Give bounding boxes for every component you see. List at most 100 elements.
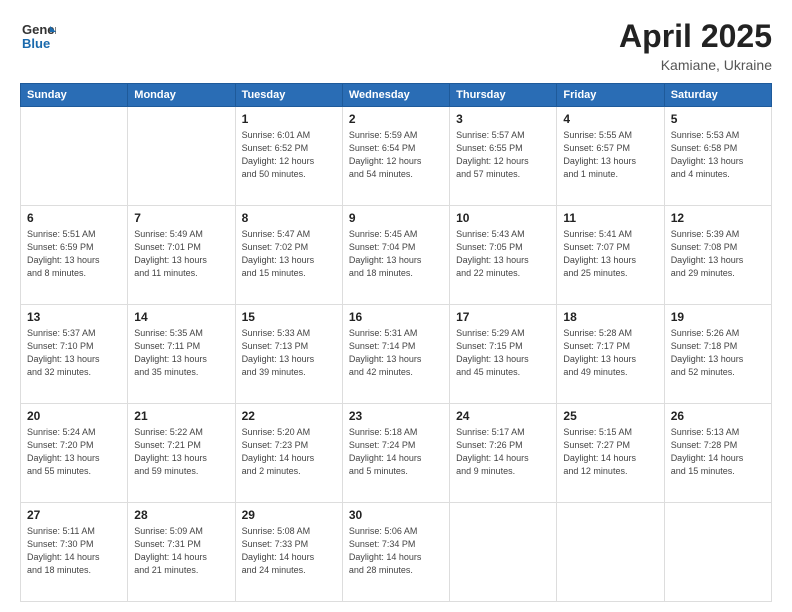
day-info: Sunrise: 5:33 AM Sunset: 7:13 PM Dayligh… [242, 327, 336, 379]
table-row: 5 Sunrise: 5:53 AM Sunset: 6:58 PM Daylig… [664, 107, 771, 206]
day-info: Sunrise: 5:45 AM Sunset: 7:04 PM Dayligh… [349, 228, 443, 280]
day-number: 25 [563, 409, 657, 423]
header-monday: Monday [128, 84, 235, 107]
day-number: 21 [134, 409, 228, 423]
table-row: 4 Sunrise: 5:55 AM Sunset: 6:57 PM Daylig… [557, 107, 664, 206]
day-info: Sunrise: 5:59 AM Sunset: 6:54 PM Dayligh… [349, 129, 443, 181]
table-row [664, 503, 771, 602]
calendar-row-4: 27 Sunrise: 5:11 AM Sunset: 7:30 PM Dayli… [21, 503, 772, 602]
table-row [450, 503, 557, 602]
header: General Blue April 2025 Kamiane, Ukraine [20, 18, 772, 73]
table-row: 3 Sunrise: 5:57 AM Sunset: 6:55 PM Daylig… [450, 107, 557, 206]
logo: General Blue [20, 18, 56, 54]
table-row: 18Sunrise: 5:28 AM Sunset: 7:17 PM Dayli… [557, 305, 664, 404]
page: General Blue April 2025 Kamiane, Ukraine… [0, 0, 792, 612]
day-number: 22 [242, 409, 336, 423]
table-row: 20 Sunrise: 5:24 AM Sunset: 7:20 PM Dayli… [21, 404, 128, 503]
day-info: Sunrise: 6:01 AM Sunset: 6:52 PM Dayligh… [242, 129, 336, 181]
table-row: 2 Sunrise: 5:59 AM Sunset: 6:54 PM Daylig… [342, 107, 449, 206]
day-info: Sunrise: 5:13 AM Sunset: 7:28 PM Dayligh… [671, 426, 765, 478]
day-number: 8 [242, 211, 336, 225]
day-info: Sunrise: 5:55 AM Sunset: 6:57 PM Dayligh… [563, 129, 657, 181]
table-row: 22 Sunrise: 5:20 AM Sunset: 7:23 PM Dayli… [235, 404, 342, 503]
day-number: 4 [563, 112, 657, 126]
table-row: 26 Sunrise: 5:13 AM Sunset: 7:28 PM Dayli… [664, 404, 771, 503]
table-row: 17 Sunrise: 5:29 AM Sunset: 7:15 PM Dayli… [450, 305, 557, 404]
day-info: Sunrise: 5:17 AM Sunset: 7:26 PM Dayligh… [456, 426, 550, 478]
day-info: Sunrise: 5:08 AM Sunset: 7:33 PM Dayligh… [242, 525, 336, 577]
day-info: Sunrise: 5:57 AM Sunset: 6:55 PM Dayligh… [456, 129, 550, 181]
table-row: 19Sunrise: 5:26 AM Sunset: 7:18 PM Dayli… [664, 305, 771, 404]
day-info: Sunrise: 5:43 AM Sunset: 7:05 PM Dayligh… [456, 228, 550, 280]
day-info: Sunrise: 5:22 AM Sunset: 7:21 PM Dayligh… [134, 426, 228, 478]
title-location: Kamiane, Ukraine [619, 57, 772, 73]
day-number: 14 [134, 310, 228, 324]
header-sunday: Sunday [21, 84, 128, 107]
table-row: 12Sunrise: 5:39 AM Sunset: 7:08 PM Dayli… [664, 206, 771, 305]
table-row: 24 Sunrise: 5:17 AM Sunset: 7:26 PM Dayli… [450, 404, 557, 503]
table-row: 25 Sunrise: 5:15 AM Sunset: 7:27 PM Dayli… [557, 404, 664, 503]
day-info: Sunrise: 5:35 AM Sunset: 7:11 PM Dayligh… [134, 327, 228, 379]
day-number: 16 [349, 310, 443, 324]
day-number: 6 [27, 211, 121, 225]
day-number: 28 [134, 508, 228, 522]
table-row: 1 Sunrise: 6:01 AM Sunset: 6:52 PM Daylig… [235, 107, 342, 206]
day-number: 3 [456, 112, 550, 126]
header-tuesday: Tuesday [235, 84, 342, 107]
table-row [21, 107, 128, 206]
calendar-row-0: 1 Sunrise: 6:01 AM Sunset: 6:52 PM Daylig… [21, 107, 772, 206]
table-row: 7Sunrise: 5:49 AM Sunset: 7:01 PM Daylig… [128, 206, 235, 305]
day-info: Sunrise: 5:53 AM Sunset: 6:58 PM Dayligh… [671, 129, 765, 181]
header-friday: Friday [557, 84, 664, 107]
svg-text:Blue: Blue [22, 36, 50, 51]
day-number: 29 [242, 508, 336, 522]
day-number: 10 [456, 211, 550, 225]
day-info: Sunrise: 5:09 AM Sunset: 7:31 PM Dayligh… [134, 525, 228, 577]
day-number: 2 [349, 112, 443, 126]
day-info: Sunrise: 5:20 AM Sunset: 7:23 PM Dayligh… [242, 426, 336, 478]
table-row: 8 Sunrise: 5:47 AM Sunset: 7:02 PM Daylig… [235, 206, 342, 305]
table-row: 6Sunrise: 5:51 AM Sunset: 6:59 PM Daylig… [21, 206, 128, 305]
title-block: April 2025 Kamiane, Ukraine [619, 18, 772, 73]
title-month: April 2025 [619, 18, 772, 55]
day-number: 23 [349, 409, 443, 423]
table-row [128, 107, 235, 206]
calendar-row-3: 20 Sunrise: 5:24 AM Sunset: 7:20 PM Dayli… [21, 404, 772, 503]
day-number: 18 [563, 310, 657, 324]
day-number: 20 [27, 409, 121, 423]
table-row: 9Sunrise: 5:45 AM Sunset: 7:04 PM Daylig… [342, 206, 449, 305]
day-info: Sunrise: 5:47 AM Sunset: 7:02 PM Dayligh… [242, 228, 336, 280]
day-number: 30 [349, 508, 443, 522]
table-row: 10 Sunrise: 5:43 AM Sunset: 7:05 PM Dayli… [450, 206, 557, 305]
day-number: 24 [456, 409, 550, 423]
day-number: 19 [671, 310, 765, 324]
day-info: Sunrise: 5:39 AM Sunset: 7:08 PM Dayligh… [671, 228, 765, 280]
day-number: 11 [563, 211, 657, 225]
table-row: 29 Sunrise: 5:08 AM Sunset: 7:33 PM Dayli… [235, 503, 342, 602]
day-info: Sunrise: 5:06 AM Sunset: 7:34 PM Dayligh… [349, 525, 443, 577]
header-thursday: Thursday [450, 84, 557, 107]
day-number: 26 [671, 409, 765, 423]
table-row: 11 Sunrise: 5:41 AM Sunset: 7:07 PM Dayli… [557, 206, 664, 305]
day-number: 13 [27, 310, 121, 324]
day-info: Sunrise: 5:11 AM Sunset: 7:30 PM Dayligh… [27, 525, 121, 577]
day-number: 1 [242, 112, 336, 126]
day-number: 17 [456, 310, 550, 324]
day-number: 27 [27, 508, 121, 522]
day-info: Sunrise: 5:31 AM Sunset: 7:14 PM Dayligh… [349, 327, 443, 379]
calendar-table: Sunday Monday Tuesday Wednesday Thursday… [20, 83, 772, 602]
calendar-row-1: 6Sunrise: 5:51 AM Sunset: 6:59 PM Daylig… [21, 206, 772, 305]
table-row: 23 Sunrise: 5:18 AM Sunset: 7:24 PM Dayli… [342, 404, 449, 503]
day-info: Sunrise: 5:18 AM Sunset: 7:24 PM Dayligh… [349, 426, 443, 478]
table-row: 13Sunrise: 5:37 AM Sunset: 7:10 PM Dayli… [21, 305, 128, 404]
day-number: 7 [134, 211, 228, 225]
table-row: 21 Sunrise: 5:22 AM Sunset: 7:21 PM Dayli… [128, 404, 235, 503]
header-wednesday: Wednesday [342, 84, 449, 107]
table-row: 15Sunrise: 5:33 AM Sunset: 7:13 PM Dayli… [235, 305, 342, 404]
day-number: 5 [671, 112, 765, 126]
table-row: 30 Sunrise: 5:06 AM Sunset: 7:34 PM Dayli… [342, 503, 449, 602]
day-info: Sunrise: 5:24 AM Sunset: 7:20 PM Dayligh… [27, 426, 121, 478]
day-info: Sunrise: 5:29 AM Sunset: 7:15 PM Dayligh… [456, 327, 550, 379]
day-info: Sunrise: 5:15 AM Sunset: 7:27 PM Dayligh… [563, 426, 657, 478]
day-info: Sunrise: 5:41 AM Sunset: 7:07 PM Dayligh… [563, 228, 657, 280]
